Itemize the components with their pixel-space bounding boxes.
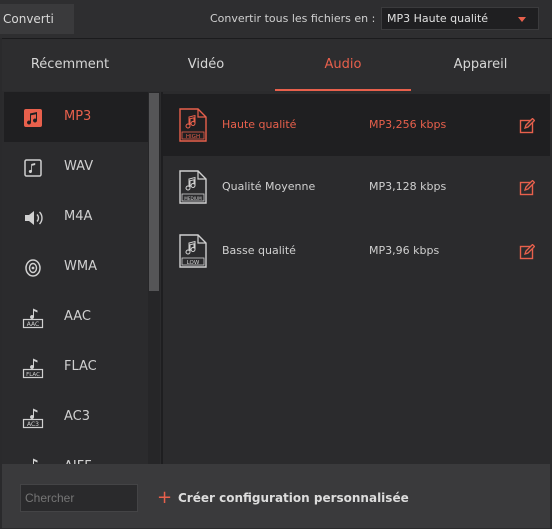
plus-icon[interactable]: + bbox=[157, 488, 172, 508]
scrollbar-thumb[interactable] bbox=[149, 93, 159, 291]
output-format-dropdown[interactable]: MP3 Haute qualité bbox=[381, 7, 539, 30]
format-label: WMA bbox=[64, 259, 97, 274]
preset-row-medium[interactable]: MEDIUM Qualité Moyenne MP3,128 kbps bbox=[163, 156, 550, 218]
svg-text:AAC: AAC bbox=[27, 321, 39, 328]
low-quality-file-icon: LOW bbox=[179, 234, 207, 268]
edit-icon[interactable] bbox=[519, 180, 535, 196]
preset-spec: MP3,128 kbps bbox=[369, 180, 447, 193]
tab-video[interactable]: Vidéo bbox=[138, 39, 274, 91]
tab-audio[interactable]: Audio bbox=[275, 39, 411, 91]
format-label: M4A bbox=[64, 209, 93, 224]
format-item-wav[interactable]: WAV bbox=[4, 142, 150, 192]
convert-all-label: Convertir tous les fichiers en : bbox=[210, 12, 376, 25]
format-label: AAC bbox=[64, 309, 91, 324]
search-input[interactable] bbox=[20, 484, 138, 512]
wma-speaker-icon bbox=[25, 259, 41, 277]
tab-recent[interactable]: Récemment bbox=[2, 39, 138, 91]
high-quality-file-icon: HIGH bbox=[179, 108, 207, 142]
ac3-file-icon: AC3 bbox=[22, 408, 44, 429]
active-tab-indicator bbox=[275, 89, 411, 91]
svg-text:MEDIUM: MEDIUM bbox=[184, 196, 202, 201]
preset-spec: MP3,96 kbps bbox=[369, 244, 440, 257]
svg-text:FLAC: FLAC bbox=[26, 372, 40, 378]
flac-file-icon: FLAC bbox=[22, 358, 44, 379]
preset-name: Qualité Moyenne bbox=[222, 180, 316, 193]
format-label: MP3 bbox=[64, 109, 92, 124]
format-item-flac[interactable]: FLAC FLAC bbox=[4, 342, 150, 392]
speaker-icon bbox=[25, 211, 43, 225]
output-format-value: MP3 Haute qualité bbox=[387, 12, 489, 25]
tab-device[interactable]: Appareil bbox=[411, 39, 550, 91]
tab-converted[interactable]: Converti bbox=[0, 4, 74, 34]
format-item-ac3[interactable]: AC3 AC3 bbox=[4, 392, 150, 442]
chevron-down-icon bbox=[518, 17, 526, 22]
preset-name: Haute qualité bbox=[222, 118, 297, 131]
format-item-wma[interactable]: WMA bbox=[4, 242, 150, 292]
preset-spec: MP3,256 kbps bbox=[369, 118, 447, 131]
svg-text:LOW: LOW bbox=[187, 260, 200, 266]
format-item-m4a[interactable]: M4A bbox=[4, 192, 150, 242]
svg-text:HIGH: HIGH bbox=[186, 134, 200, 140]
preset-row-low[interactable]: LOW Basse qualité MP3,96 kbps bbox=[163, 220, 550, 282]
format-item-aiff[interactable]: AIFF bbox=[4, 442, 150, 464]
preset-name: Basse qualité bbox=[222, 244, 296, 257]
format-item-aac[interactable]: AAC AAC bbox=[4, 292, 150, 342]
format-label: FLAC bbox=[64, 359, 97, 374]
format-label: WAV bbox=[64, 159, 94, 174]
aiff-file-icon bbox=[33, 458, 38, 464]
svg-text:AC3: AC3 bbox=[27, 421, 39, 428]
edit-icon[interactable] bbox=[519, 118, 535, 134]
aac-file-icon: AAC bbox=[22, 308, 44, 329]
medium-quality-file-icon: MEDIUM bbox=[179, 170, 207, 204]
create-custom-button[interactable]: Créer configuration personnalisée bbox=[178, 488, 409, 508]
format-label: AC3 bbox=[64, 409, 91, 424]
format-list: MP3 WAV M4A WMA AAC AAC FLAC FLAC AC3 AC… bbox=[2, 92, 162, 464]
music-note-icon bbox=[24, 109, 42, 127]
category-tabs: Récemment Vidéo Audio Appareil bbox=[2, 39, 550, 91]
music-file-icon bbox=[24, 159, 42, 177]
preset-row-high[interactable]: HIGH Haute qualité MP3,256 kbps bbox=[163, 94, 550, 156]
edit-icon[interactable] bbox=[519, 244, 535, 260]
format-label: AIFF bbox=[64, 442, 92, 464]
format-item-mp3[interactable]: MP3 bbox=[4, 92, 150, 142]
